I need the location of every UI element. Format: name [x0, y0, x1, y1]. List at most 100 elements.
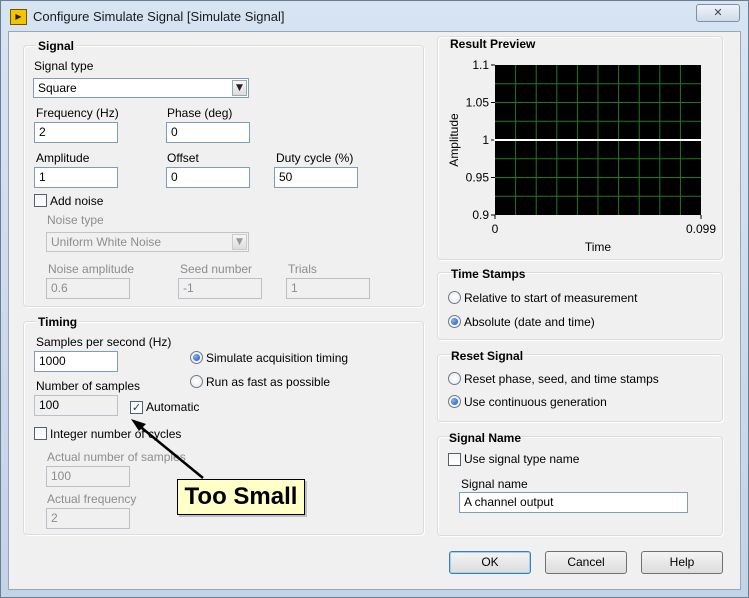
use-signal-type-name-checkbox[interactable] [448, 453, 461, 466]
duty-cycle-label: Duty cycle (%) [276, 151, 354, 165]
number-of-samples-input[interactable]: 100 [34, 395, 118, 416]
number-of-samples-label: Number of samples [36, 379, 141, 393]
series-point [566, 139, 569, 141]
series-point [686, 139, 689, 141]
automatic-checkbox[interactable]: ✓ [130, 401, 143, 414]
series-point [607, 139, 610, 141]
simulate-timing-label: Simulate acquisition timing [206, 351, 349, 365]
noise-amplitude-input[interactable]: 0.6 [46, 278, 130, 299]
series-point [638, 139, 641, 141]
integer-cycles-checkbox[interactable] [34, 427, 47, 440]
noise-type-dropdown[interactable]: Uniform White Noise ▼ [46, 232, 249, 252]
series-point [572, 139, 575, 141]
offset-label: Offset [167, 151, 199, 165]
series-point [617, 139, 620, 141]
series-point [521, 139, 524, 141]
chevron-down-icon: ▼ [232, 234, 247, 250]
y-tick-label: 1 [482, 133, 489, 147]
series-point [569, 139, 572, 141]
too-small-callout: Too Small [177, 479, 305, 515]
labview-vi-icon: ▶ [10, 9, 27, 25]
amplitude-input[interactable]: 1 [34, 167, 118, 188]
series-point [528, 139, 531, 141]
series-point [545, 139, 548, 141]
run-fast-radio[interactable] [190, 375, 203, 388]
x-tick-label: 0.099 [686, 222, 716, 236]
series-point [507, 139, 510, 141]
signal-name-title: Signal Name [449, 431, 522, 445]
cancel-button[interactable]: Cancel [545, 551, 627, 574]
absolute-timestamp-radio[interactable] [448, 315, 461, 328]
series-point [651, 139, 654, 141]
actual-frequency-label: Actual frequency [47, 492, 137, 506]
signal-type-value: Square [38, 81, 77, 95]
run-fast-label: Run as fast as possible [206, 375, 331, 389]
samples-per-second-input[interactable]: 1000 [34, 351, 118, 372]
reset-signal-title: Reset Signal [451, 349, 524, 363]
series-point [700, 139, 702, 141]
help-button[interactable]: Help [641, 551, 723, 574]
series-point [511, 139, 514, 141]
result-preview-chart: 1.1 1.05 1 0.95 0.90 0.099 Time Amplitude [447, 58, 716, 254]
noise-type-label: Noise type [47, 213, 104, 227]
noise-type-value: Uniform White Noise [51, 235, 162, 249]
series-point [586, 139, 589, 141]
series-point [562, 139, 565, 141]
time-stamps-title: Time Stamps [451, 267, 526, 281]
actual-number-of-samples-label: Actual number of samples [47, 450, 186, 464]
relative-timestamp-radio[interactable] [448, 291, 461, 304]
series-point [610, 139, 613, 141]
trials-input[interactable]: 1 [286, 278, 370, 299]
continuous-generation-radio[interactable] [448, 395, 461, 408]
series-point [669, 139, 672, 141]
actual-frequency-input: 2 [46, 508, 130, 529]
series-point [593, 139, 596, 141]
close-button[interactable]: ✕ [696, 4, 740, 22]
x-tick-label: 0 [492, 222, 499, 236]
series-point [672, 139, 675, 141]
y-tick-label: 1.05 [466, 96, 490, 110]
signal-type-dropdown[interactable]: Square ▼ [33, 78, 249, 98]
series-point [538, 139, 541, 141]
use-signal-type-name-label: Use signal type name [464, 452, 580, 466]
series-point [645, 139, 648, 141]
add-noise-checkbox[interactable] [34, 194, 47, 207]
seed-number-input[interactable]: -1 [178, 278, 262, 299]
title-bar[interactable]: ▶ Configure Simulate Signal [Simulate Si… [1, 1, 748, 33]
series-point [531, 139, 534, 141]
y-axis-label: Amplitude [447, 113, 461, 167]
series-point [696, 139, 699, 141]
series-point [614, 139, 617, 141]
series-point [494, 139, 496, 141]
series-point [682, 139, 685, 141]
series-point [658, 139, 661, 141]
series-point [627, 139, 630, 141]
series-point [583, 139, 586, 141]
series-point [631, 139, 634, 141]
series-point [634, 139, 637, 141]
y-tick-label: 0.95 [466, 171, 490, 185]
series-point [662, 139, 665, 141]
series-point [655, 139, 658, 141]
frequency-input[interactable]: 2 [34, 122, 118, 143]
result-preview-title: Result Preview [450, 37, 536, 51]
series-point [590, 139, 593, 141]
offset-input[interactable]: 0 [166, 167, 250, 188]
series-point [576, 139, 579, 141]
signal-type-label: Signal type [34, 59, 94, 73]
series-point [579, 139, 582, 141]
duty-cycle-input[interactable]: 50 [274, 167, 358, 188]
simulate-timing-radio[interactable] [190, 351, 203, 364]
reset-phase-radio[interactable] [448, 372, 461, 385]
series-point [624, 139, 627, 141]
series-point [665, 139, 668, 141]
signal-name-input[interactable]: A channel output [459, 492, 688, 513]
trials-label: Trials [288, 262, 317, 276]
signal-group-title: Signal [36, 39, 77, 53]
absolute-timestamp-label: Absolute (date and time) [464, 315, 595, 329]
phase-input[interactable]: 0 [166, 122, 250, 143]
add-noise-label: Add noise [50, 194, 104, 208]
series-point [679, 139, 682, 141]
reset-phase-label: Reset phase, seed, and time stamps [464, 372, 659, 386]
ok-button[interactable]: OK [449, 551, 531, 574]
